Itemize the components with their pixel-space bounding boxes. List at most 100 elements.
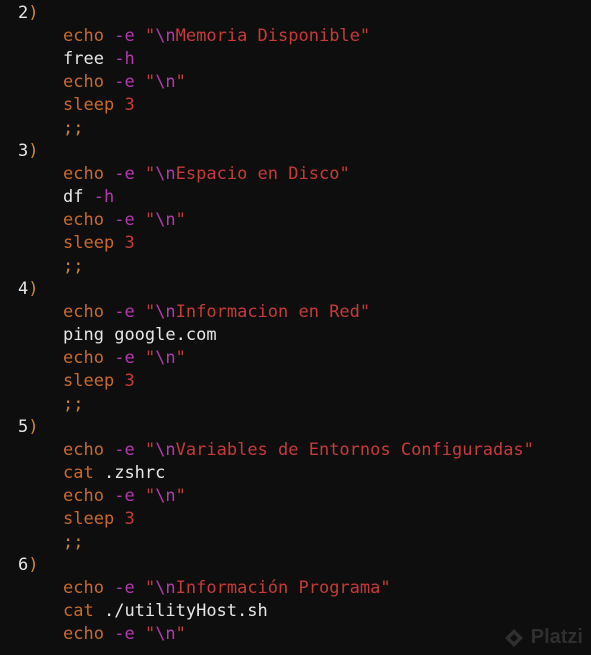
case-paren: ) bbox=[28, 141, 39, 161]
string-quote: " bbox=[380, 578, 391, 598]
string-quote: " bbox=[359, 302, 371, 322]
string-text: Variables de Entornos Configuradas bbox=[175, 440, 524, 460]
case-number: 6 bbox=[18, 555, 29, 575]
case-number: 2 bbox=[18, 3, 29, 23]
echo-title-line: echo -e "\nEspacio en Disco" bbox=[18, 163, 591, 186]
echo-keyword: echo bbox=[63, 210, 104, 230]
sleep-line: sleep 3 bbox=[18, 94, 591, 117]
case-paren: ) bbox=[28, 417, 39, 437]
echo-newline-line: echo -e "\n" bbox=[18, 71, 591, 94]
sleep-value: 3 bbox=[124, 371, 135, 391]
echo-newline-line: echo -e "\n" bbox=[18, 347, 591, 370]
command-argument: ./utilityHost.sh bbox=[103, 601, 268, 621]
sleep-value: 3 bbox=[124, 95, 135, 115]
command-line: ping google.com bbox=[18, 324, 591, 347]
command-argument: -h bbox=[114, 49, 135, 69]
string-quote: " bbox=[523, 440, 534, 460]
echo-flag: -e bbox=[114, 348, 135, 368]
sleep-keyword: sleep bbox=[63, 233, 115, 253]
string-quote: " bbox=[144, 440, 156, 460]
string-quote: " bbox=[175, 210, 186, 230]
string-text: Memoria Disponible bbox=[175, 26, 360, 46]
echo-title-line: echo -e "\nMemoria Disponible" bbox=[18, 25, 591, 48]
command-name: cat bbox=[63, 601, 94, 621]
echo-newline-line: echo -e "\n" bbox=[18, 485, 591, 508]
string-quote: " bbox=[144, 486, 156, 506]
string-text: Informacion en Red bbox=[175, 302, 360, 322]
string-text: Información Programa bbox=[175, 578, 381, 598]
sleep-keyword: sleep bbox=[63, 95, 115, 115]
echo-flag: -e bbox=[114, 210, 135, 230]
echo-keyword: echo bbox=[63, 578, 104, 598]
escape-sequence: \n bbox=[155, 348, 176, 368]
case-terminator-line: ;; bbox=[18, 255, 591, 278]
echo-flag: -e bbox=[114, 164, 135, 184]
echo-newline-line: echo -e "\n" bbox=[18, 209, 591, 232]
echo-flag: -e bbox=[114, 578, 135, 598]
echo-flag: -e bbox=[114, 440, 135, 460]
command-name: cat bbox=[63, 463, 94, 483]
escape-sequence: \n bbox=[155, 486, 176, 506]
string-quote: " bbox=[175, 624, 186, 644]
command-name: free bbox=[63, 49, 104, 69]
string-quote: " bbox=[144, 578, 156, 598]
escape-sequence: \n bbox=[155, 624, 176, 644]
sleep-line: sleep 3 bbox=[18, 508, 591, 531]
string-quote: " bbox=[175, 486, 186, 506]
case-terminator: ;; bbox=[63, 394, 84, 414]
sleep-value: 3 bbox=[124, 233, 135, 253]
string-quote: " bbox=[144, 302, 156, 322]
platzi-logo-icon bbox=[504, 628, 523, 647]
escape-sequence: \n bbox=[155, 164, 176, 184]
echo-keyword: echo bbox=[63, 72, 104, 92]
case-paren: ) bbox=[28, 3, 39, 23]
command-argument: google.com bbox=[114, 325, 217, 345]
escape-sequence: \n bbox=[155, 72, 176, 92]
echo-keyword: echo bbox=[63, 348, 104, 368]
case-paren: ) bbox=[28, 555, 39, 575]
case-label-line: 6) bbox=[18, 554, 591, 577]
sleep-keyword: sleep bbox=[63, 509, 115, 529]
string-quote: " bbox=[359, 26, 371, 46]
echo-flag: -e bbox=[114, 26, 135, 46]
case-terminator-line: ;; bbox=[18, 117, 591, 140]
command-line: cat ./utilityHost.sh bbox=[18, 600, 591, 623]
case-terminator-line: ;; bbox=[18, 531, 591, 554]
sleep-line: sleep 3 bbox=[18, 370, 591, 393]
echo-title-line: echo -e "\nInformacion en Red" bbox=[18, 301, 591, 324]
echo-keyword: echo bbox=[63, 624, 104, 644]
string-quote: " bbox=[144, 26, 156, 46]
echo-flag: -e bbox=[114, 624, 135, 644]
echo-keyword: echo bbox=[63, 440, 104, 460]
case-terminator-line: ;; bbox=[18, 393, 591, 416]
string-quote: " bbox=[144, 210, 156, 230]
escape-sequence: \n bbox=[155, 302, 176, 322]
echo-keyword: echo bbox=[63, 302, 104, 322]
echo-keyword: echo bbox=[63, 164, 104, 184]
sleep-value: 3 bbox=[124, 509, 135, 529]
echo-flag: -e bbox=[114, 486, 135, 506]
command-line: cat .zshrc bbox=[18, 462, 591, 485]
string-quote: " bbox=[144, 72, 156, 92]
sleep-line: sleep 3 bbox=[18, 232, 591, 255]
echo-keyword: echo bbox=[63, 486, 104, 506]
command-line: free -h bbox=[18, 48, 591, 71]
string-quote: " bbox=[175, 348, 186, 368]
command-name: ping bbox=[63, 325, 104, 345]
command-argument: .zshrc bbox=[103, 463, 166, 483]
command-line: df -h bbox=[18, 186, 591, 209]
sleep-keyword: sleep bbox=[63, 371, 115, 391]
string-quote: " bbox=[144, 164, 156, 184]
platzi-watermark: Platzi bbox=[503, 626, 583, 649]
escape-sequence: \n bbox=[155, 578, 176, 598]
case-label-line: 3) bbox=[18, 140, 591, 163]
case-label-line: 4) bbox=[18, 278, 591, 301]
case-number: 3 bbox=[18, 141, 29, 161]
string-quote: " bbox=[339, 164, 350, 184]
string-quote: " bbox=[144, 348, 156, 368]
string-quote: " bbox=[144, 624, 156, 644]
case-terminator: ;; bbox=[63, 532, 84, 552]
code-editor[interactable]: 2) echo -e "\nMemoria Disponible" free -h e… bbox=[18, 2, 591, 646]
case-paren: ) bbox=[28, 279, 39, 299]
echo-title-line: echo -e "\nInformación Programa" bbox=[18, 577, 591, 600]
